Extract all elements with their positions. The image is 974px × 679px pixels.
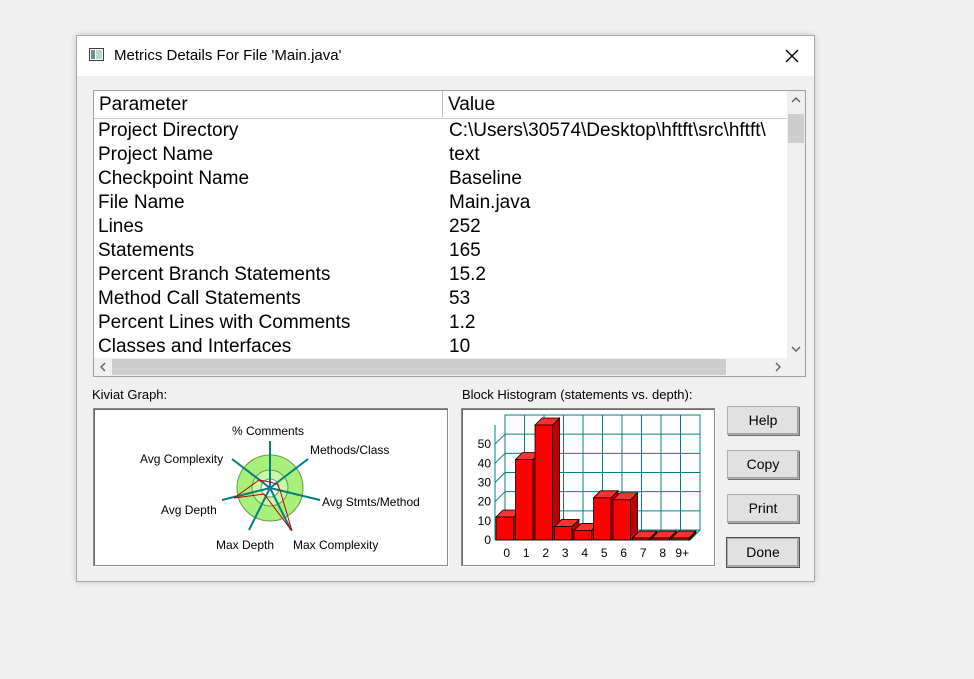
histogram-bar bbox=[593, 497, 612, 541]
value-cell: Baseline bbox=[449, 168, 522, 189]
x-tick-label: 4 bbox=[581, 546, 588, 560]
x-tick-label: 0 bbox=[503, 546, 510, 560]
table-row[interactable]: Percent Branch Statements 15.2 bbox=[94, 263, 787, 287]
histogram-bar bbox=[515, 459, 534, 541]
close-icon bbox=[785, 49, 799, 63]
kiviat-axis-label: % Comments bbox=[232, 424, 304, 438]
parameter-cell: Statements bbox=[98, 240, 195, 261]
scroll-right-icon[interactable] bbox=[769, 358, 787, 376]
title-bar: Metrics Details For File 'Main.java' bbox=[77, 36, 814, 76]
table-header: Parameter Value bbox=[94, 91, 787, 119]
y-tick-label: 20 bbox=[478, 495, 492, 509]
column-header-value[interactable]: Value bbox=[443, 91, 787, 117]
histogram-bar-side bbox=[552, 417, 560, 541]
y-tick-label: 40 bbox=[478, 456, 492, 470]
x-tick-label: 7 bbox=[640, 546, 647, 560]
value-cell: 252 bbox=[449, 216, 481, 237]
kiviat-axis-label: Avg Complexity bbox=[140, 452, 223, 466]
histogram-bar bbox=[534, 424, 553, 541]
parameter-cell: Checkpoint Name bbox=[98, 168, 250, 189]
table-row[interactable]: Checkpoint Name Baseline bbox=[94, 167, 787, 191]
table-row[interactable]: File Name Main.java bbox=[94, 191, 787, 215]
histogram-bar-side bbox=[630, 491, 638, 541]
print-button[interactable]: Print bbox=[727, 494, 799, 523]
table-row[interactable]: Classes and Interfaces 10 bbox=[94, 335, 787, 359]
scroll-corner bbox=[787, 358, 805, 376]
parameter-cell: Percent Lines with Comments bbox=[98, 312, 351, 333]
x-tick-label: 6 bbox=[620, 546, 627, 560]
x-tick-label: 5 bbox=[601, 546, 608, 560]
done-button[interactable]: Done bbox=[727, 538, 799, 567]
histogram-grid-line bbox=[494, 452, 506, 464]
histogram-bar bbox=[651, 537, 670, 541]
kiviat-axis-label: Max Complexity bbox=[293, 538, 378, 552]
column-header-parameter[interactable]: Parameter bbox=[94, 91, 443, 117]
histogram-bar bbox=[612, 499, 631, 541]
scroll-left-icon[interactable] bbox=[94, 358, 112, 376]
parameter-cell: Lines bbox=[98, 216, 144, 237]
parameter-cell: Project Name bbox=[98, 144, 214, 165]
histogram-grid-line bbox=[494, 491, 506, 503]
x-tick-label: 8 bbox=[659, 546, 666, 560]
table-body: Project Directory C:\Users\30574\Desktop\… bbox=[94, 119, 787, 359]
scroll-down-icon[interactable] bbox=[787, 340, 805, 358]
kiviat-svg: % Comments Methods/Class Avg Stmts/Metho… bbox=[140, 424, 420, 552]
help-button[interactable]: Help bbox=[727, 406, 799, 435]
histogram-bar bbox=[495, 516, 514, 541]
histogram-bar bbox=[554, 526, 573, 541]
y-tick-label: 0 bbox=[484, 533, 491, 547]
histogram-bar bbox=[671, 537, 690, 541]
kiviat-axis-label: Avg Stmts/Method bbox=[322, 495, 420, 509]
kiviat-axis-label: Avg Depth bbox=[161, 503, 217, 517]
scroll-up-icon[interactable] bbox=[787, 91, 805, 109]
parameter-cell: File Name bbox=[98, 192, 185, 213]
value-cell: Main.java bbox=[449, 192, 531, 213]
parameter-cell: Method Call Statements bbox=[98, 288, 301, 309]
table-row[interactable]: Lines 252 bbox=[94, 215, 787, 239]
value-cell: C:\Users\30574\Desktop\hftft\src\hftft\ bbox=[449, 120, 766, 141]
kiviat-label: Kiviat Graph: bbox=[92, 387, 168, 402]
table-row[interactable]: Statements 165 bbox=[94, 239, 787, 263]
app-icon bbox=[89, 48, 104, 61]
horizontal-scrollbar[interactable] bbox=[94, 358, 787, 376]
close-button[interactable] bbox=[770, 36, 814, 76]
parameter-cell: Percent Branch Statements bbox=[98, 264, 331, 285]
kiviat-axis-label: Methods/Class bbox=[310, 443, 389, 457]
horizontal-scroll-thumb[interactable] bbox=[112, 359, 726, 375]
block-histogram: 0 10 20 30 40 50 0 1 2 3 4 5 6 7 8 9+ bbox=[461, 408, 715, 566]
y-tick-label: 30 bbox=[478, 476, 492, 490]
vertical-scrollbar[interactable] bbox=[787, 91, 805, 358]
y-tick-label: 50 bbox=[478, 437, 492, 451]
table-row[interactable]: Method Call Statements 53 bbox=[94, 287, 787, 311]
table-row[interactable]: Percent Lines with Comments 1.2 bbox=[94, 311, 787, 335]
x-tick-label: 9+ bbox=[675, 546, 689, 560]
window-title: Metrics Details For File 'Main.java' bbox=[114, 47, 342, 64]
value-cell: 53 bbox=[449, 288, 471, 309]
copy-button[interactable]: Copy bbox=[727, 450, 799, 479]
histogram-grid-line bbox=[494, 472, 506, 483]
parameter-cell: Project Directory bbox=[98, 120, 239, 141]
vertical-scroll-thumb[interactable] bbox=[788, 114, 804, 143]
histogram-bar bbox=[632, 537, 651, 541]
x-tick-label: 2 bbox=[542, 546, 549, 560]
kiviat-graph: % Comments Methods/Class Avg Stmts/Metho… bbox=[93, 408, 448, 566]
kiviat-axis-label: Max Depth bbox=[216, 538, 274, 552]
histogram-label: Block Histogram (statements vs. depth): bbox=[462, 387, 693, 402]
x-tick-label: 1 bbox=[523, 546, 530, 560]
histogram-svg: 010203040500 1 2 3 4 5 6 7 8 9+ bbox=[478, 414, 701, 560]
histogram-grid-line bbox=[494, 433, 506, 445]
histogram-bar bbox=[573, 530, 592, 541]
table-row[interactable]: Project Directory C:\Users\30574\Desktop\… bbox=[94, 119, 787, 143]
value-cell: 1.2 bbox=[449, 312, 476, 333]
value-cell: 15.2 bbox=[449, 264, 486, 285]
table-row[interactable]: Project Name text bbox=[94, 143, 787, 167]
parameter-cell: Classes and Interfaces bbox=[98, 336, 292, 357]
value-cell: 165 bbox=[449, 240, 481, 261]
y-tick-label: 10 bbox=[478, 514, 492, 528]
value-cell: 10 bbox=[449, 336, 471, 357]
value-cell: text bbox=[449, 144, 480, 165]
x-tick-label: 3 bbox=[562, 546, 569, 560]
metrics-dialog: Metrics Details For File 'Main.java' Par… bbox=[76, 35, 815, 582]
metrics-table[interactable]: Parameter Value Project Directory C:\User… bbox=[93, 90, 806, 377]
